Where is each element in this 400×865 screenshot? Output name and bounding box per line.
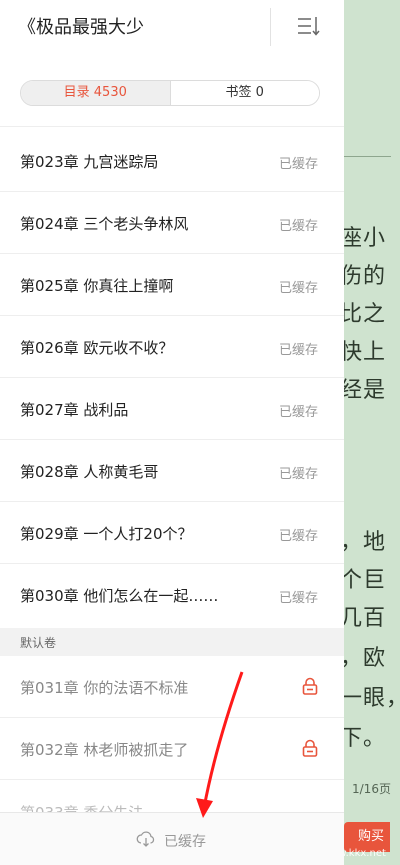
book-title: 《极品最强大少 bbox=[18, 17, 144, 38]
cache-status: 已缓存 bbox=[278, 591, 318, 606]
chapter-title: 第024章 三个老头争林风 bbox=[20, 215, 189, 233]
tab-bookmarks[interactable]: 书签 0 bbox=[169, 81, 319, 105]
chapter-title: 第023章 九宫迷踪局 bbox=[20, 153, 159, 171]
cache-status: 已缓存 bbox=[278, 281, 318, 296]
chapter-title: 第030章 他们怎么在一起…… bbox=[20, 587, 219, 605]
chapter-row[interactable]: 第024章 三个老头争林风 已缓存 bbox=[0, 192, 344, 254]
chapter-row[interactable]: 第025章 你真往上撞啊 已缓存 bbox=[0, 254, 344, 316]
reader-text-line: 个巨 bbox=[340, 568, 387, 593]
tab-toc[interactable]: 目录 4530 bbox=[21, 81, 170, 105]
reader-text-line: 比之 bbox=[340, 302, 387, 327]
chapter-row[interactable]: 第026章 欧元收不收？ 已缓存 bbox=[0, 316, 344, 378]
reader-text-line: ，欧 bbox=[340, 646, 387, 671]
header-divider bbox=[270, 8, 271, 46]
locked-chapter-row[interactable]: 第032章 林老师被抓走了 bbox=[0, 718, 344, 780]
sort-icon[interactable] bbox=[296, 14, 320, 38]
lock-icon bbox=[302, 739, 318, 757]
reader-text-line: 座小 bbox=[340, 226, 387, 251]
reader-text-line: 一眼， bbox=[340, 686, 400, 711]
locked-chapter-row[interactable]: 第031章 你的法语不标准 bbox=[0, 656, 344, 718]
chapter-row[interactable]: 第028章 人称黄毛哥 已缓存 bbox=[0, 440, 344, 502]
chapter-row[interactable]: 第027章 战利品 已缓存 bbox=[0, 378, 344, 440]
chapter-row[interactable]: 第030章 他们怎么在一起…… 已缓存 bbox=[0, 564, 344, 628]
reader-text-line: 快上 bbox=[340, 340, 387, 365]
chapter-title: 第029章 一个人打20个？ bbox=[20, 525, 193, 543]
reader-text-line: 伤的 bbox=[340, 264, 387, 289]
reader-text-line: 下。 bbox=[340, 726, 387, 751]
reader-text-line: 几百 bbox=[340, 606, 387, 631]
list-divider bbox=[0, 126, 344, 127]
cache-label[interactable]: 已缓存 bbox=[164, 831, 206, 851]
chapter-title: 第031章 你的法语不标准 bbox=[20, 679, 189, 697]
chapter-title: 第028章 人称黄毛哥 bbox=[20, 463, 159, 481]
reader-text-line: 经是 bbox=[340, 378, 387, 403]
cache-status: 已缓存 bbox=[278, 405, 318, 420]
cache-status: 已缓存 bbox=[278, 157, 318, 172]
chapter-title: 第027章 战利品 bbox=[20, 401, 129, 419]
cache-status: 已缓存 bbox=[278, 343, 318, 358]
volume-header: 默认卷 bbox=[0, 628, 344, 656]
cache-status: 已缓存 bbox=[278, 529, 318, 544]
chapter-title: 第025章 你真往上撞啊 bbox=[20, 277, 174, 295]
reader-divider bbox=[343, 156, 391, 157]
cache-status: 已缓存 bbox=[278, 467, 318, 482]
cloud-download-icon bbox=[136, 831, 155, 847]
chapter-title: 第032章 林老师被抓走了 bbox=[20, 741, 189, 759]
volume-label: 默认卷 bbox=[20, 636, 57, 650]
chapter-row[interactable]: 第023章 九宫迷踪局 已缓存 bbox=[0, 130, 344, 192]
page-indicator: 1/16页 bbox=[352, 782, 391, 796]
toc-tabs: 目录 4530 书签 0 bbox=[20, 80, 320, 106]
chapter-title: 第026章 欧元收不收？ bbox=[20, 339, 174, 357]
cache-status: 已缓存 bbox=[278, 219, 318, 234]
reader-text-line: ，地 bbox=[340, 530, 387, 555]
lock-icon bbox=[302, 677, 318, 695]
chapter-row[interactable]: 第029章 一个人打20个？ 已缓存 bbox=[0, 502, 344, 564]
bottom-bar: 已缓存 bbox=[0, 812, 344, 865]
toc-drawer: 《极品最强大少 目录 4530 书签 0 第023章 九宫迷踪局 已缓存 第02… bbox=[0, 0, 344, 865]
